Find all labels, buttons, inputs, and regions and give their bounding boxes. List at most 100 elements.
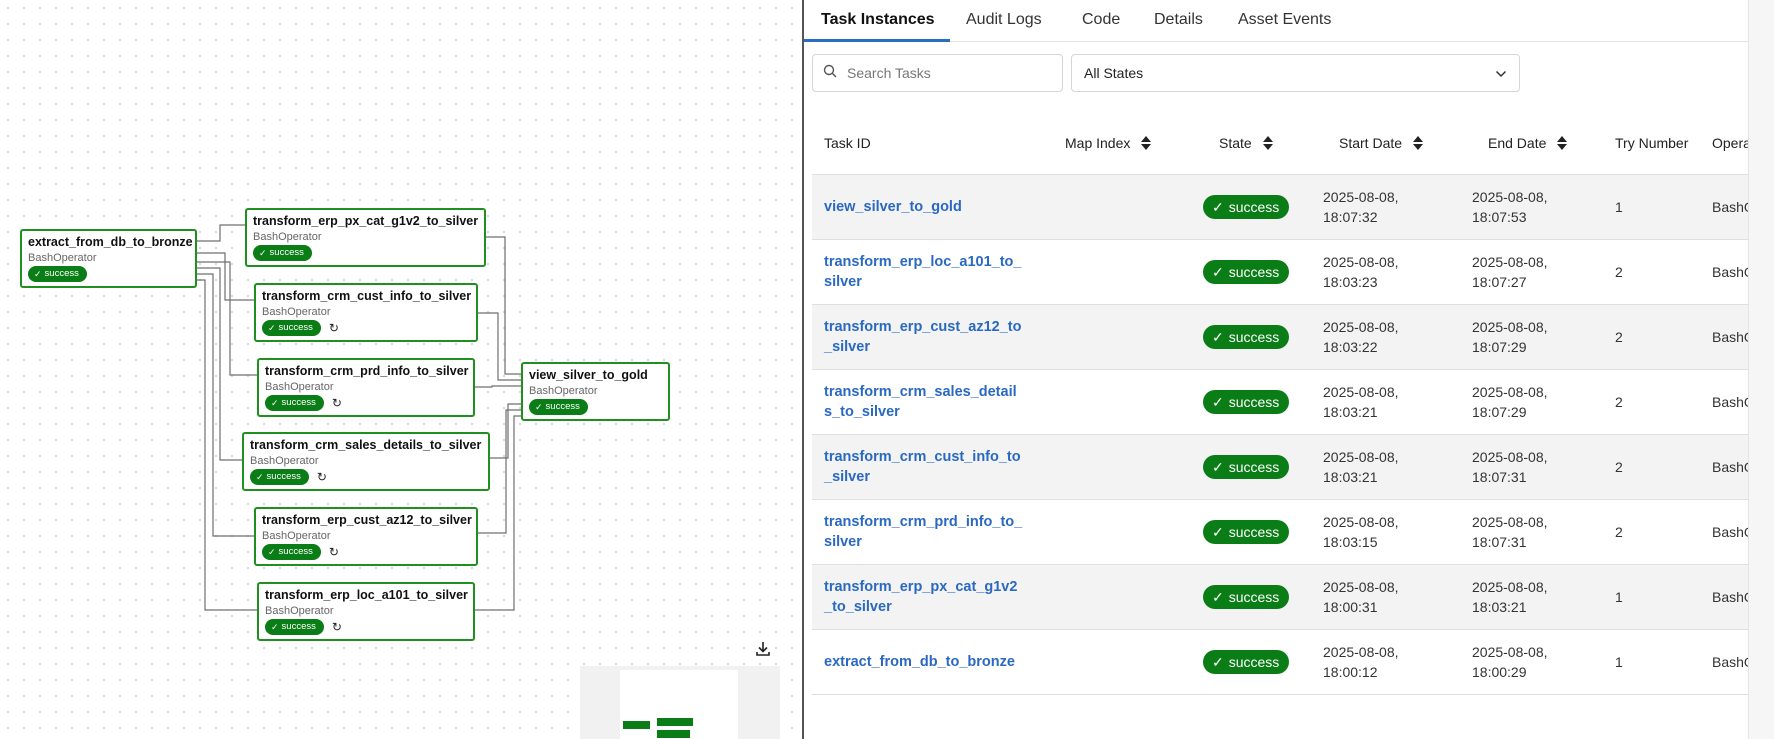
operator-name: BashO — [1712, 589, 1748, 605]
search-field[interactable] — [812, 54, 1063, 92]
minimap[interactable] — [580, 666, 780, 739]
sort-icon[interactable] — [1556, 135, 1568, 151]
task-node-operator: BashOperator — [265, 381, 334, 393]
operator-name: BashO — [1712, 329, 1748, 345]
column-header-task-id[interactable]: Task ID — [824, 110, 871, 176]
check-icon: ✓ — [268, 547, 276, 557]
table-row[interactable]: transform_erp_loc_a101_to_silver ✓ success… — [812, 240, 1748, 305]
state-filter-select[interactable]: All States — [1071, 54, 1520, 92]
minimap-node — [657, 730, 690, 738]
try-number: 2 — [1615, 329, 1623, 345]
column-header-end-date[interactable]: End Date — [1488, 110, 1568, 176]
tab-asset-events[interactable]: Asset Events — [1238, 11, 1331, 29]
sort-icon[interactable] — [1140, 135, 1152, 151]
task-node[interactable]: transform_crm_cust_info_to_silver BashOp… — [254, 283, 478, 342]
chevron-down-icon — [1495, 65, 1507, 81]
status-badge: ✓ success — [1203, 650, 1290, 674]
task-node[interactable]: transform_erp_cust_az12_to_silver BashOp… — [254, 507, 478, 566]
task-id-link[interactable]: transform_erp_cust_az12_to_silver — [824, 317, 1024, 357]
try-number: 1 — [1615, 589, 1623, 605]
search-icon — [823, 64, 837, 83]
operator-name: BashO — [1712, 264, 1748, 280]
task-node-operator: BashOperator — [262, 530, 331, 542]
download-icon[interactable] — [752, 638, 774, 660]
check-icon: ✓ — [1212, 198, 1224, 215]
tab-task-instances[interactable]: Task Instances — [821, 11, 935, 29]
sort-icon[interactable] — [1262, 135, 1274, 151]
try-number: 2 — [1615, 264, 1623, 280]
table-row[interactable]: transform_erp_cust_az12_to_silver ✓ succes… — [812, 305, 1748, 370]
task-id-link[interactable]: transform_crm_prd_info_to_silver — [824, 512, 1024, 552]
retry-icon: ↻ — [331, 396, 342, 410]
retry-icon: ↻ — [328, 321, 339, 335]
tab-code[interactable]: Code — [1082, 11, 1120, 29]
retry-icon: ↻ — [328, 545, 339, 559]
status-badge: ✓ success — [265, 619, 324, 635]
task-id-link[interactable]: extract_from_db_to_bronze — [824, 652, 1024, 672]
end-date: 2025-08-08, 18:00:29 — [1472, 644, 1548, 680]
search-input[interactable] — [847, 65, 1047, 81]
tab-details[interactable]: Details — [1154, 11, 1203, 29]
start-date: 2025-08-08, 18:03:22 — [1323, 319, 1399, 355]
table-row[interactable]: extract_from_db_to_bronze ✓ success 2025-08… — [812, 630, 1748, 695]
check-icon: ✓ — [1212, 653, 1224, 670]
table-row[interactable]: transform_erp_px_cat_g1v2_to_silver ✓ succ… — [812, 565, 1748, 630]
task-id-link[interactable]: transform_crm_sales_details_to_silver — [824, 382, 1024, 422]
task-node[interactable]: transform_erp_px_cat_g1v2_to_silver Bash… — [245, 208, 486, 267]
task-node-title: transform_erp_px_cat_g1v2_to_silver — [253, 214, 479, 228]
edge — [477, 312, 521, 381]
column-header-try-number[interactable]: Try Number — [1615, 110, 1688, 176]
column-header-map-index[interactable]: Map Index — [1065, 110, 1152, 176]
edge — [197, 261, 258, 376]
table-row[interactable]: transform_crm_cust_info_to_silver ✓ succes… — [812, 435, 1748, 500]
table-row[interactable]: transform_crm_sales_details_to_silver ✓ su… — [812, 370, 1748, 435]
status-badge: ✓ success — [262, 320, 321, 336]
tab-audit-logs[interactable]: Audit Logs — [966, 11, 1042, 29]
check-icon: ✓ — [1212, 263, 1224, 280]
operator-name: BashO — [1712, 524, 1748, 540]
operator-name: BashO — [1712, 199, 1748, 215]
task-id-link[interactable]: transform_crm_cust_info_to_silver — [824, 447, 1024, 487]
column-header-start-date[interactable]: Start Date — [1339, 110, 1424, 176]
try-number: 2 — [1615, 524, 1623, 540]
minimap-viewport[interactable] — [620, 670, 738, 739]
task-node[interactable]: view_silver_to_gold BashOperator ✓ succes… — [521, 362, 670, 421]
operator-name: BashO — [1712, 654, 1748, 670]
task-node[interactable]: transform_crm_sales_details_to_silver Ba… — [242, 432, 490, 491]
task-node-title: extract_from_db_to_bronze — [28, 235, 193, 249]
task-id-link[interactable]: view_silver_to_gold — [824, 197, 1024, 217]
status-badge: ✓ success — [250, 469, 309, 485]
task-node[interactable]: transform_erp_loc_a101_to_silver BashOpe… — [257, 582, 475, 641]
graph-view[interactable]: extract_from_db_to_bronze BashOperator ✓… — [0, 0, 802, 739]
scrollbar[interactable] — [1748, 0, 1774, 739]
start-date: 2025-08-08, 18:03:15 — [1323, 514, 1399, 550]
status-badge: ✓ success — [1203, 585, 1290, 609]
table-row[interactable]: transform_crm_prd_info_to_silver ✓ success… — [812, 500, 1748, 565]
check-icon: ✓ — [535, 402, 543, 412]
status-badge: ✓ success — [1203, 260, 1290, 284]
task-node-title: transform_erp_loc_a101_to_silver — [265, 588, 468, 602]
status-badge: ✓ success — [253, 245, 312, 261]
edge — [485, 236, 521, 375]
status-badge: ✓ success — [265, 395, 324, 411]
status-badge: ✓ success — [1203, 195, 1290, 219]
table-row[interactable]: view_silver_to_gold ✓ success 2025-08-08, 18… — [812, 175, 1748, 240]
task-node-title: transform_crm_prd_info_to_silver — [265, 364, 469, 378]
task-node-operator: BashOperator — [28, 252, 97, 264]
sort-icon[interactable] — [1412, 135, 1424, 151]
status-badge: ✓ success — [1203, 325, 1290, 349]
task-node[interactable]: extract_from_db_to_bronze BashOperator ✓… — [20, 229, 197, 288]
column-header-state[interactable]: State — [1219, 110, 1274, 176]
start-date: 2025-08-08, 18:00:31 — [1323, 579, 1399, 615]
task-node[interactable]: transform_crm_prd_info_to_silver BashOpe… — [257, 358, 475, 417]
column-header-operator[interactable]: Opera — [1712, 110, 1748, 176]
check-icon: ✓ — [256, 472, 264, 482]
try-number: 1 — [1615, 199, 1623, 215]
active-tab-indicator — [804, 39, 950, 42]
task-node-operator: BashOperator — [253, 231, 322, 243]
task-id-link[interactable]: transform_erp_loc_a101_to_silver — [824, 252, 1024, 292]
try-number: 1 — [1615, 654, 1623, 670]
task-node-title: view_silver_to_gold — [529, 368, 648, 382]
task-id-link[interactable]: transform_erp_px_cat_g1v2_to_silver — [824, 577, 1024, 617]
start-date: 2025-08-08, 18:03:21 — [1323, 384, 1399, 420]
